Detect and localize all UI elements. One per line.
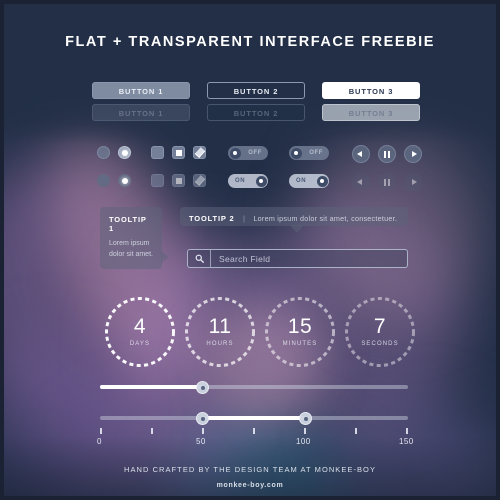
countdown-days: 4 DAYS bbox=[104, 296, 176, 368]
slider-tick bbox=[355, 428, 357, 434]
button-2-disabled: BUTTON 2 bbox=[207, 104, 305, 121]
button-3-disabled: BUTTON 3 bbox=[322, 104, 420, 121]
slider-scale-label-50: 50 bbox=[196, 437, 206, 446]
toggle-2-on[interactable]: ON bbox=[289, 174, 329, 188]
checkbox-checked[interactable] bbox=[193, 146, 206, 159]
interface-kit-canvas: FLAT + TRANSPARENT INTERFACE FREEBIE BUT… bbox=[0, 0, 500, 500]
slider-tick bbox=[253, 428, 255, 434]
slider-range-fill bbox=[203, 416, 306, 420]
footer-site[interactable]: monkee-boy.com bbox=[4, 482, 496, 489]
toggle-label: ON bbox=[296, 178, 307, 184]
previous-button-disabled bbox=[352, 173, 370, 191]
search-icon bbox=[188, 250, 211, 267]
countdown-value: 4 bbox=[133, 315, 147, 338]
button-2[interactable]: BUTTON 2 bbox=[207, 82, 305, 99]
slider-tick bbox=[202, 428, 204, 434]
slider-tick bbox=[406, 428, 408, 434]
pause-icon bbox=[384, 150, 390, 158]
countdown-minutes: 15 MINUTES bbox=[264, 296, 336, 368]
slider-range-handle-low[interactable] bbox=[196, 412, 209, 425]
slider-scale-label-0: 0 bbox=[97, 437, 102, 446]
next-icon bbox=[412, 150, 417, 157]
radio-checked-disabled bbox=[118, 174, 131, 187]
slider-scale-label-100: 100 bbox=[296, 437, 311, 446]
radio-unchecked[interactable] bbox=[97, 146, 110, 159]
next-button[interactable] bbox=[404, 145, 422, 163]
tooltip-2-body: Lorem ipsum dolor sit amet, consectetuer… bbox=[253, 214, 398, 223]
slider-range-handle-high[interactable] bbox=[299, 412, 312, 425]
slider-scale-label-150: 150 bbox=[399, 437, 414, 446]
countdown-value: 7 bbox=[373, 315, 387, 338]
pause-button[interactable] bbox=[378, 145, 396, 163]
previous-icon bbox=[357, 150, 362, 157]
slider-tick bbox=[100, 428, 102, 434]
previous-icon bbox=[357, 178, 362, 185]
toggle-label: OFF bbox=[248, 150, 262, 156]
countdown-unit: HOURS bbox=[206, 341, 234, 347]
toggle-2-off[interactable]: OFF bbox=[289, 146, 329, 160]
toggle-label: ON bbox=[235, 178, 246, 184]
countdown-value: 15 bbox=[287, 315, 313, 338]
countdown-unit: SECONDS bbox=[361, 341, 399, 347]
checkbox-empty[interactable] bbox=[151, 146, 164, 159]
radio-unchecked-disabled bbox=[97, 174, 110, 187]
button-1[interactable]: BUTTON 1 bbox=[92, 82, 190, 99]
pause-icon bbox=[384, 178, 390, 186]
tooltip-1-arrow-icon bbox=[161, 251, 169, 263]
tooltip-2-separator: | bbox=[243, 214, 245, 223]
previous-button[interactable] bbox=[352, 145, 370, 163]
countdown-hours: 11 HOURS bbox=[184, 296, 256, 368]
tooltip-2-heading: TOOLTIP 2 bbox=[189, 214, 235, 223]
pause-button-disabled bbox=[378, 173, 396, 191]
tooltip-2: TOOLTIP 2 | Lorem ipsum dolor sit amet, … bbox=[180, 207, 408, 233]
next-icon bbox=[412, 178, 417, 185]
toggle-1-off[interactable]: OFF bbox=[228, 146, 268, 160]
countdown-seconds: 7 SECONDS bbox=[344, 296, 416, 368]
page-title: FLAT + TRANSPARENT INTERFACE FREEBIE bbox=[65, 34, 435, 50]
tooltip-2-arrow-icon bbox=[290, 225, 304, 233]
tooltip-1: TOOLTIP 1 Lorem ipsum dolor sit amet. bbox=[100, 207, 169, 269]
checkbox-empty-disabled bbox=[151, 174, 164, 187]
slider-tick bbox=[304, 428, 306, 434]
search-field[interactable]: Search Field bbox=[187, 249, 408, 268]
button-3[interactable]: BUTTON 3 bbox=[322, 82, 420, 99]
checkbox-checked-disabled bbox=[193, 174, 206, 187]
tooltip-1-body: Lorem ipsum dolor sit amet. bbox=[109, 240, 153, 258]
toggle-1-on[interactable]: ON bbox=[228, 174, 268, 188]
countdown-unit: MINUTES bbox=[282, 341, 318, 347]
tooltip-1-heading: TOOLTIP 1 bbox=[109, 215, 147, 233]
countdown-unit: DAYS bbox=[129, 341, 151, 347]
toggle-label: OFF bbox=[309, 150, 323, 156]
search-placeholder: Search Field bbox=[219, 253, 271, 264]
checkbox-indeterminate-disabled bbox=[172, 174, 185, 187]
next-button-disabled bbox=[404, 173, 422, 191]
footer-credit: HAND CRAFTED BY THE DESIGN TEAM AT MONKE… bbox=[123, 465, 376, 474]
slider-tick bbox=[151, 428, 153, 434]
slider-single-handle[interactable] bbox=[196, 381, 209, 394]
slider-single-fill bbox=[100, 385, 203, 389]
button-1-disabled: BUTTON 1 bbox=[92, 104, 190, 121]
checkbox-indeterminate[interactable] bbox=[172, 146, 185, 159]
countdown-value: 11 bbox=[208, 315, 232, 338]
radio-checked[interactable] bbox=[118, 146, 131, 159]
